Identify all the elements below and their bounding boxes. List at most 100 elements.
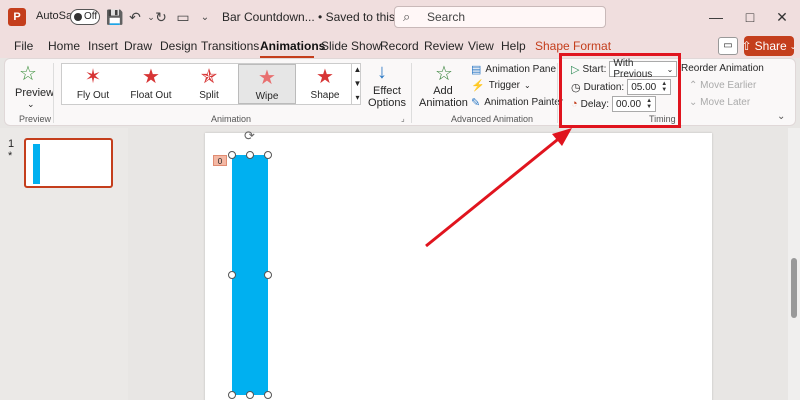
- resize-handle[interactable]: [228, 271, 236, 279]
- animation-order-tag[interactable]: 0: [213, 155, 227, 166]
- vertical-scrollbar[interactable]: [788, 128, 800, 400]
- search-placeholder: Search: [427, 10, 466, 24]
- add-animation-star-icon[interactable]: ☆: [435, 61, 453, 86]
- tab-view[interactable]: View: [468, 39, 494, 53]
- resize-handle[interactable]: [228, 151, 236, 159]
- group-label-preview: Preview: [19, 114, 52, 124]
- shape-star-icon: ★: [316, 66, 334, 88]
- move-later-label: Move Later: [700, 97, 751, 108]
- blue-bar-shape[interactable]: [232, 155, 268, 395]
- tab-design[interactable]: Design: [160, 39, 197, 53]
- resize-handle[interactable]: [246, 391, 254, 399]
- gallery-scroll[interactable]: ▲ ▼ ▾: [351, 63, 363, 105]
- share-button[interactable]: ⇧ Share ⌄: [741, 36, 797, 56]
- maximize-button[interactable]: □: [738, 6, 762, 28]
- customize-toolbar-icon[interactable]: ⌄: [196, 8, 214, 26]
- comments-button[interactable]: ▭: [718, 37, 738, 55]
- slide-thumbnail[interactable]: [24, 138, 113, 188]
- workspace: 1 * 0 ⟳: [0, 128, 800, 400]
- collapse-ribbon-icon[interactable]: ⌄: [777, 111, 785, 122]
- chevron-up-icon: ⌃: [689, 80, 698, 91]
- slide-number: 1: [8, 138, 15, 150]
- group-label-animation: Animation: [211, 114, 252, 124]
- chevron-up-icon[interactable]: ▲: [352, 63, 363, 77]
- lightning-icon: ⚡: [471, 80, 485, 92]
- scrollbar-thumb[interactable]: [791, 258, 797, 318]
- autosave-state: Off: [84, 11, 98, 22]
- animation-pane-button[interactable]: ▤ Animation Pane: [471, 63, 556, 76]
- tab-home[interactable]: Home: [48, 39, 80, 53]
- slide-thumbnail-pane: 1 *: [0, 128, 128, 400]
- resize-handle[interactable]: [264, 151, 272, 159]
- preview-button[interactable]: Preview: [15, 87, 54, 99]
- divider: [411, 63, 412, 123]
- effect-wipe[interactable]: ★ Wipe: [238, 64, 296, 104]
- powerpoint-logo-icon: P: [8, 8, 26, 26]
- tab-insert[interactable]: Insert: [88, 39, 118, 53]
- close-button[interactable]: ✕: [770, 6, 794, 28]
- resize-handle[interactable]: [228, 391, 236, 399]
- tab-transitions[interactable]: Transitions: [201, 39, 259, 53]
- tab-slide-show[interactable]: Slide Show: [321, 39, 381, 53]
- divider: [557, 63, 558, 123]
- title-bar: P AutoSave Off 💾 ↶ ⌄ ↻ ▭ ⌄ Bar Countdown…: [0, 0, 800, 34]
- effect-label: Float Out: [130, 90, 172, 101]
- trigger-label: Trigger: [488, 80, 521, 91]
- tab-help[interactable]: Help: [501, 39, 526, 53]
- animation-pane-icon: ▤: [471, 64, 482, 76]
- tab-animations[interactable]: Animations: [260, 39, 325, 53]
- minimize-button[interactable]: —: [704, 6, 728, 28]
- tab-file[interactable]: File: [14, 39, 33, 53]
- resize-handle[interactable]: [264, 391, 272, 399]
- animation-gallery: ✶ Fly Out ★ Float Out ✯ Split ★ Wipe ★ S…: [61, 63, 361, 105]
- save-icon[interactable]: 💾: [106, 8, 124, 26]
- effect-shape[interactable]: ★ Shape: [296, 64, 354, 104]
- gallery-more-icon[interactable]: ▾: [352, 91, 363, 105]
- toggle-knob: [74, 13, 82, 21]
- preview-icon[interactable]: ☆: [19, 61, 37, 86]
- tab-review[interactable]: Review: [424, 39, 463, 53]
- search-input[interactable]: ⌕ Search: [394, 6, 606, 28]
- tab-record[interactable]: Record: [380, 39, 419, 53]
- move-earlier-button[interactable]: ⌃ Move Earlier: [689, 80, 756, 91]
- rotate-handle-icon[interactable]: ⟳: [244, 128, 255, 144]
- present-icon[interactable]: ▭: [174, 8, 192, 26]
- timing-highlight-box: [559, 53, 681, 128]
- effect-options-button[interactable]: Effect Options: [367, 85, 407, 109]
- trigger-button[interactable]: ⚡ Trigger ⌄: [471, 79, 531, 92]
- effect-label: Fly Out: [76, 90, 110, 101]
- dialog-launcher-icon[interactable]: ⌟: [401, 114, 405, 123]
- effect-float-out[interactable]: ★ Float Out: [122, 64, 180, 104]
- tab-draw[interactable]: Draw: [124, 39, 152, 53]
- move-earlier-label: Move Earlier: [700, 80, 757, 91]
- autosave-toggle[interactable]: Off: [70, 9, 100, 25]
- float-out-star-icon: ★: [142, 66, 160, 88]
- divider: [53, 63, 54, 123]
- split-star-icon: ✯: [200, 66, 218, 88]
- effect-split[interactable]: ✯ Split: [180, 64, 238, 104]
- resize-handle[interactable]: [264, 271, 272, 279]
- move-later-button[interactable]: ⌄ Move Later: [689, 97, 750, 108]
- animation-painter-button[interactable]: ✎ Animation Painter: [471, 96, 563, 109]
- group-label-advanced: Advanced Animation: [451, 114, 534, 124]
- chevron-down-icon[interactable]: ⌄: [27, 99, 35, 110]
- reorder-animation-title: Reorder Animation: [681, 63, 764, 74]
- resize-handle[interactable]: [246, 151, 254, 159]
- effect-label: Wipe: [255, 91, 279, 102]
- effect-fly-out[interactable]: ✶ Fly Out: [64, 64, 122, 104]
- chevron-down-icon[interactable]: ▼: [352, 77, 363, 91]
- slide-canvas[interactable]: 0 ⟳: [205, 128, 712, 400]
- redo-icon[interactable]: ↻: [152, 8, 170, 26]
- search-icon: ⌕: [403, 9, 411, 24]
- share-icon: ⇧: [741, 39, 752, 53]
- effect-label: Shape: [310, 90, 340, 101]
- add-animation-button[interactable]: Add Animation: [419, 85, 468, 109]
- animation-painter-label: Animation Painter: [484, 97, 564, 108]
- wipe-star-icon: ★: [258, 67, 276, 89]
- fly-out-star-icon: ✶: [84, 66, 102, 88]
- arrow-down-icon[interactable]: ↓: [377, 61, 387, 84]
- chevron-down-icon: ⌄: [524, 81, 531, 90]
- painter-icon: ✎: [471, 97, 481, 109]
- tab-shape-format[interactable]: Shape Format: [535, 39, 611, 53]
- chevron-down-icon: ⌄: [789, 41, 797, 51]
